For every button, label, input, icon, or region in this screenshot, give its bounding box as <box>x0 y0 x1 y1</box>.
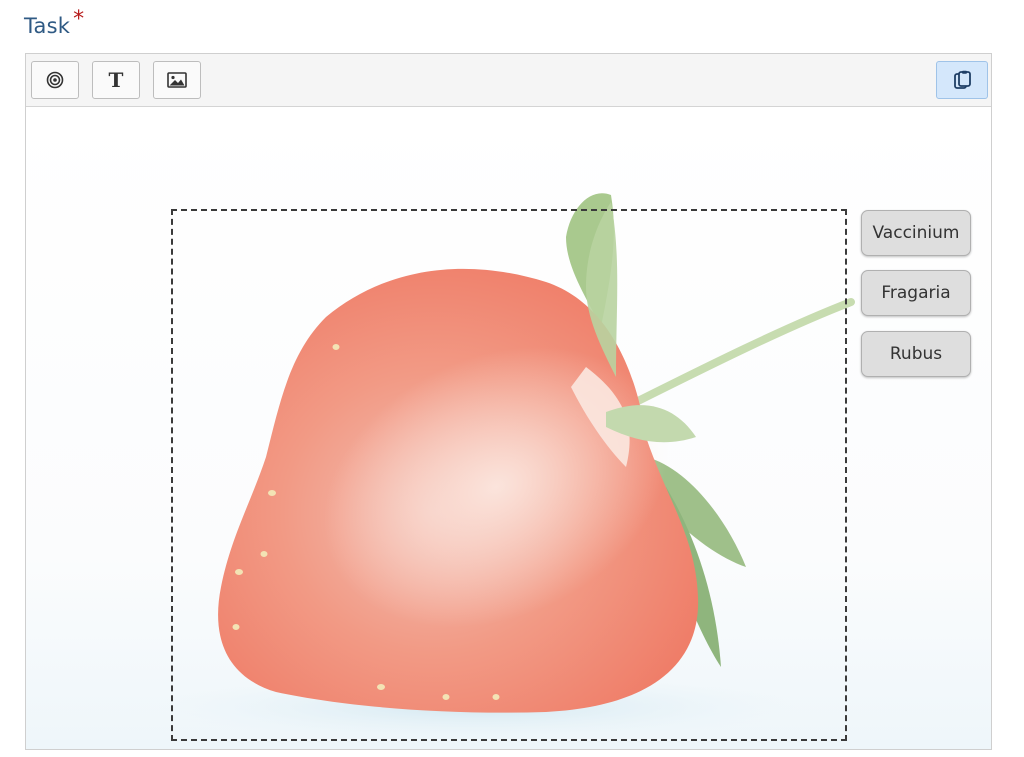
clipboard-icon <box>954 70 971 89</box>
text-icon: T <box>108 68 124 92</box>
editor-canvas: Vaccinium Fragaria Rubus <box>26 107 991 749</box>
drag-drop-editor: T Vaccinium Fragaria Rubus <box>25 53 992 750</box>
task-label-text: Task <box>24 14 71 38</box>
choice-vaccinium[interactable]: Vaccinium <box>861 210 971 256</box>
task-label: Task * <box>24 7 84 39</box>
add-image-button[interactable] <box>153 61 201 99</box>
add-text-button[interactable]: T <box>92 61 140 99</box>
paste-button[interactable] <box>936 61 988 99</box>
image-icon <box>167 72 187 88</box>
choice-rubus[interactable]: Rubus <box>861 331 971 377</box>
choice-fragaria[interactable]: Fragaria <box>861 270 971 316</box>
target-icon <box>46 71 64 89</box>
required-asterisk: * <box>73 7 85 32</box>
editor-toolbar: T <box>26 54 991 107</box>
add-target-button[interactable] <box>31 61 79 99</box>
drop-zone[interactable] <box>171 209 847 741</box>
